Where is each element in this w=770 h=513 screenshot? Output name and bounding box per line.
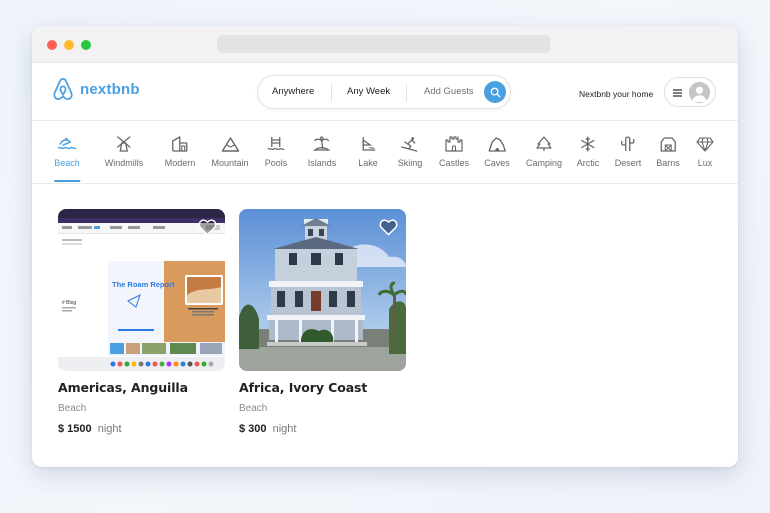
windmill-icon bbox=[117, 136, 131, 152]
minimize-window-button[interactable] bbox=[64, 40, 74, 50]
price-unit: night bbox=[97, 423, 122, 435]
category-label: Barns bbox=[656, 158, 680, 168]
category-arctic[interactable]: Arctic bbox=[576, 136, 600, 168]
category-islands[interactable]: Islands bbox=[307, 136, 337, 168]
category-label: Pools bbox=[264, 158, 288, 168]
favorite-heart-icon[interactable] bbox=[379, 219, 398, 236]
host-your-home-link[interactable]: Nextbnb your home bbox=[579, 89, 653, 99]
category-label: Caves bbox=[484, 158, 510, 168]
search-where[interactable]: Anywhere bbox=[272, 86, 314, 97]
category-beach[interactable]: Beach bbox=[54, 136, 80, 182]
divider bbox=[331, 84, 332, 102]
listing-location: Americas, Anguilla bbox=[58, 380, 188, 395]
search-bar[interactable]: Anywhere Any Week Add Guests bbox=[257, 75, 511, 109]
category-windmills[interactable]: Windmills bbox=[104, 136, 144, 168]
category-pools[interactable]: Pools bbox=[264, 136, 288, 168]
category-camping[interactable]: Camping bbox=[526, 136, 562, 168]
lake-icon bbox=[362, 137, 375, 151]
cave-icon bbox=[488, 137, 506, 152]
close-window-button[interactable] bbox=[47, 40, 57, 50]
category-mountain[interactable]: Mountain bbox=[211, 136, 249, 168]
listing-image[interactable] bbox=[239, 209, 406, 371]
cactus-icon bbox=[621, 136, 635, 151]
category-label: Camping bbox=[525, 158, 563, 168]
category-label: Islands bbox=[307, 158, 337, 168]
category-barns[interactable]: Barns bbox=[656, 136, 680, 168]
brand-name: nextbnb bbox=[80, 80, 140, 98]
browser-window: nextbnb Anywhere Any Week Add Guests Nex… bbox=[32, 26, 738, 467]
user-menu-button[interactable] bbox=[664, 77, 716, 107]
category-desert[interactable]: Desert bbox=[614, 136, 642, 168]
category-modern[interactable]: Modern bbox=[164, 136, 196, 168]
category-lux[interactable]: Lux bbox=[696, 136, 714, 168]
snowflake-icon bbox=[581, 136, 595, 152]
listing-category: Beach bbox=[239, 403, 268, 414]
listing-image[interactable]: # Blog The Roam Report bbox=[58, 209, 225, 371]
category-label: Windmills bbox=[104, 158, 144, 168]
category-label: Skiing bbox=[397, 158, 423, 168]
hamburger-menu-icon bbox=[673, 89, 682, 97]
camping-icon bbox=[536, 136, 552, 151]
user-placeholder-icon bbox=[689, 82, 710, 103]
category-caves[interactable]: Caves bbox=[484, 136, 510, 168]
category-label: Desert bbox=[614, 158, 642, 168]
listing-price: $ 300 bbox=[239, 423, 267, 435]
listing-location: Africa, Ivory Coast bbox=[239, 380, 368, 395]
category-label: Beach bbox=[54, 158, 80, 168]
roam-report-heading: The Roam Report bbox=[112, 280, 175, 289]
browser-chrome bbox=[32, 26, 738, 63]
category-label: Arctic bbox=[576, 158, 600, 168]
avatar bbox=[689, 82, 710, 103]
listing-price-row: $ 1500 night bbox=[58, 423, 225, 435]
castle-icon bbox=[445, 136, 463, 152]
category-label: Castles bbox=[438, 158, 470, 168]
search-guests[interactable]: Add Guests bbox=[424, 86, 474, 97]
category-castles[interactable]: Castles bbox=[439, 136, 469, 168]
listing-card[interactable]: # Blog The Roam Report Americas, Anguill… bbox=[58, 209, 225, 435]
mountain-icon bbox=[221, 137, 239, 152]
modern-icon bbox=[172, 136, 188, 152]
price-unit: night bbox=[272, 423, 297, 435]
favorite-heart-icon[interactable] bbox=[198, 219, 217, 236]
brand-logo[interactable]: nextbnb bbox=[52, 77, 140, 101]
blog-label: # Blog bbox=[62, 300, 76, 306]
category-label: Modern bbox=[164, 158, 196, 168]
search-when[interactable]: Any Week bbox=[347, 86, 390, 97]
category-label: Lake bbox=[358, 158, 378, 168]
diamond-icon bbox=[696, 137, 714, 152]
top-navbar: nextbnb Anywhere Any Week Add Guests Nex… bbox=[32, 63, 738, 121]
search-icon bbox=[490, 87, 500, 97]
category-bar: Beach Windmills Modern Mountain Pools Is… bbox=[32, 122, 738, 184]
barn-icon bbox=[660, 137, 676, 152]
divider bbox=[406, 84, 407, 102]
maximize-window-button[interactable] bbox=[81, 40, 91, 50]
listing-price: $ 1500 bbox=[58, 423, 92, 435]
category-label: Lux bbox=[697, 158, 713, 168]
category-label: Mountain bbox=[211, 158, 249, 168]
listing-card[interactable]: Africa, Ivory Coast Beach $ 300 night bbox=[239, 209, 406, 435]
listing-category: Beach bbox=[58, 403, 87, 414]
listing-price-row: $ 300 night bbox=[239, 423, 406, 435]
category-skiing[interactable]: Skiing bbox=[397, 136, 423, 168]
address-bar[interactable] bbox=[217, 35, 550, 53]
airbnb-logo-icon bbox=[53, 78, 73, 100]
beach-icon bbox=[57, 137, 77, 150]
skiing-icon bbox=[401, 137, 418, 152]
pool-icon bbox=[267, 137, 285, 151]
category-lake[interactable]: Lake bbox=[358, 136, 378, 168]
search-button[interactable] bbox=[484, 81, 506, 103]
island-icon bbox=[313, 136, 331, 151]
